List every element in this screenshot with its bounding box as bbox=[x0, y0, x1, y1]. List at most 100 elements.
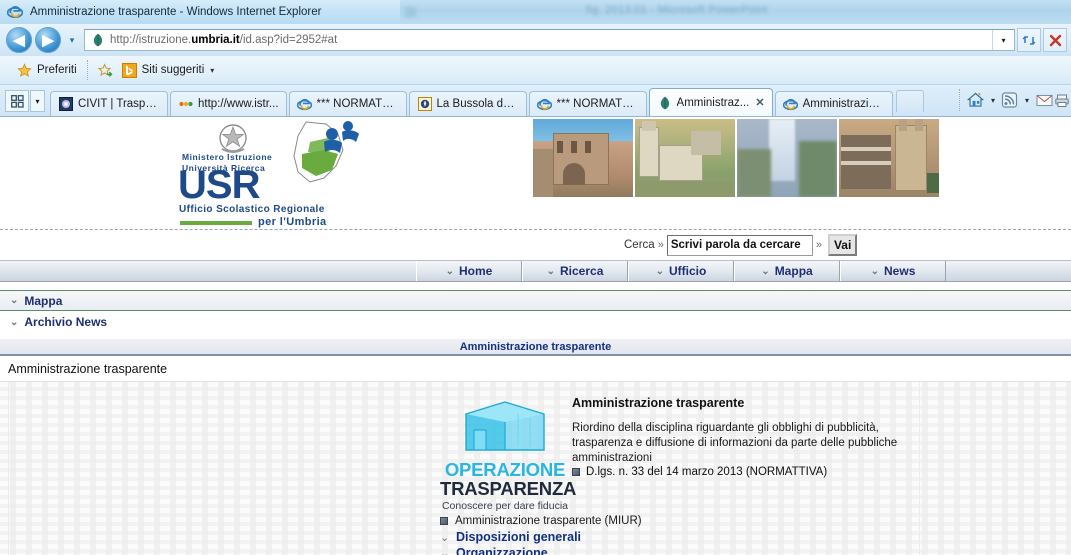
nav-item-news[interactable]: ⌄ News bbox=[840, 261, 946, 281]
umbria-map-icon bbox=[293, 121, 359, 183]
print-icon bbox=[1055, 94, 1069, 107]
site-main-nav: ⌄ Home ⌄ Ricerca ⌄ Ufficio ⌄ Mappa ⌄ New… bbox=[0, 260, 1071, 282]
orvieto-duomo-photo bbox=[839, 119, 939, 197]
chevron-down-icon: ⌄ bbox=[655, 265, 665, 277]
list-item[interactable]: Amministrazione trasparente (MIUR) bbox=[440, 513, 910, 529]
list-item[interactable]: ⌄ Disposizioni generali bbox=[440, 529, 910, 545]
back-arrow-icon: ◀ bbox=[13, 31, 25, 49]
nav-label: News bbox=[884, 264, 916, 278]
home-button[interactable] bbox=[965, 88, 987, 112]
refresh-button[interactable] bbox=[1017, 28, 1041, 52]
usr-logo[interactable]: Ministero Istruzione Università Ricerca … bbox=[160, 121, 365, 228]
nav-label: Mappa bbox=[774, 264, 813, 278]
forward-button[interactable]: ▶ bbox=[35, 27, 61, 53]
browser-tab-active[interactable]: Amministraz... ✕ bbox=[648, 88, 773, 116]
browser-titlebar: Amministrazione trasparente - Windows In… bbox=[0, 0, 400, 24]
address-path: /id.asp?id=2952#at bbox=[239, 34, 338, 46]
nav-item-mappa[interactable]: ⌄ Mappa bbox=[734, 261, 840, 281]
print-button[interactable] bbox=[1055, 88, 1069, 112]
home-dropdown-button[interactable]: ▾ bbox=[987, 96, 999, 105]
tab-label: CIVIT | Traspare... bbox=[78, 98, 160, 110]
nav-label: Home bbox=[459, 264, 493, 278]
search-chevron-icon: » bbox=[657, 239, 664, 251]
toolbar-divider bbox=[958, 89, 960, 111]
trasparenza-tagline: Conoscere per dare fiducia bbox=[441, 499, 569, 512]
usr-region-text: per l'Umbria bbox=[258, 216, 327, 228]
internet-explorer-icon bbox=[783, 96, 799, 112]
browser-tab[interactable]: La Bussola della... bbox=[408, 91, 527, 116]
list-item[interactable]: ⌄ Organizzazione bbox=[440, 545, 910, 555]
subnav-label: Archivio News bbox=[24, 315, 108, 329]
square-bullet-icon bbox=[440, 517, 448, 525]
nav-label: Ufficio bbox=[669, 264, 707, 278]
refresh-icon bbox=[1022, 35, 1035, 45]
screenshot-root: fig. 2013.01 - Microsoft PowerPoint Ammi… bbox=[0, 0, 1071, 555]
browser-tab[interactable]: CIVIT | Traspare... bbox=[50, 91, 168, 116]
back-button[interactable]: ◀ bbox=[6, 27, 32, 53]
address-dropdown-button[interactable]: ▾ bbox=[992, 30, 1014, 50]
favorites-button[interactable]: Preferiti bbox=[10, 59, 84, 81]
browser-tab[interactable]: Amministrazion... bbox=[774, 91, 893, 116]
feeds-dropdown-button[interactable]: ▾ bbox=[1021, 96, 1033, 105]
browser-tab[interactable]: http://www.istr... bbox=[170, 91, 287, 116]
nav-item-ricerca[interactable]: ⌄ Ricerca bbox=[522, 261, 628, 281]
feeds-button[interactable] bbox=[999, 88, 1021, 112]
subnav-item-mappa[interactable]: ⌄ Mappa bbox=[0, 290, 1071, 311]
glass-house-icon bbox=[465, 401, 545, 451]
subnav-label: Mappa bbox=[24, 293, 63, 308]
new-tab-button[interactable] bbox=[895, 90, 924, 112]
webpage-viewport: Ministero Istruzione Università Ricerca … bbox=[0, 117, 1071, 555]
favorites-label: Preferiti bbox=[37, 64, 77, 76]
suggested-sites-button[interactable]: Siti suggeriti ▾ bbox=[115, 59, 222, 81]
nav-item-ufficio[interactable]: ⌄ Ufficio bbox=[628, 261, 734, 281]
chevron-down-icon: ⌄ bbox=[10, 316, 19, 328]
add-to-favorites-bar-button[interactable] bbox=[91, 59, 115, 81]
tab-label: *** NORMATTI... bbox=[556, 98, 639, 110]
mail-icon bbox=[1035, 94, 1053, 106]
content-heading: Amministrazione trasparente bbox=[572, 396, 745, 410]
quick-tabs-button[interactable] bbox=[5, 90, 29, 112]
background-window-title: fig. 2013.01 - Microsoft PowerPoint bbox=[586, 4, 768, 16]
tab-strip: CIVIT | Traspare... http://www.istr... bbox=[50, 84, 924, 116]
tab-label: Amministraz... bbox=[676, 96, 750, 109]
usr-ministry-line1: Ministero Istruzione bbox=[182, 152, 273, 162]
usr-green-rule bbox=[180, 221, 252, 225]
add-favorite-icon bbox=[97, 62, 113, 77]
internet-explorer-icon bbox=[7, 4, 23, 20]
mail-button[interactable] bbox=[1033, 88, 1055, 112]
quick-tabs-icon bbox=[10, 94, 24, 108]
recent-pages-button[interactable]: ▾ bbox=[64, 35, 80, 46]
nav-item-home[interactable]: ⌄ Home bbox=[416, 261, 522, 281]
home-icon bbox=[967, 92, 985, 107]
tab-label: *** NORMATTI... bbox=[316, 98, 399, 110]
subnav-item-archivio-news[interactable]: ⌄ Archivio News bbox=[0, 311, 1071, 333]
suggested-sites-label: Siti suggeriti bbox=[141, 64, 205, 76]
browser-tab[interactable]: *** NORMATTI... bbox=[288, 91, 407, 116]
chevron-down-icon: ⌄ bbox=[10, 295, 19, 306]
bussola-icon bbox=[417, 96, 433, 112]
list-item-label: Amministrazione trasparente (MIUR) bbox=[455, 515, 642, 527]
umbria-leaf-icon bbox=[89, 32, 107, 48]
browser-tab[interactable]: *** NORMATTI... bbox=[528, 91, 647, 116]
address-bar[interactable]: http://istruzione.umbria.it/id.asp?id=29… bbox=[84, 29, 1015, 51]
chevron-down-icon: ⌄ bbox=[546, 265, 555, 277]
transparency-section-links: Amministrazione trasparente (MIUR) ⌄ Dis… bbox=[440, 513, 910, 555]
tab-label: http://www.istr... bbox=[198, 98, 279, 110]
search-chevron-icon: » bbox=[815, 239, 822, 251]
stop-icon bbox=[1049, 34, 1061, 46]
square-bullet-icon bbox=[572, 468, 580, 476]
decree-link-row[interactable]: D.lgs. n. 33 del 14 marzo 2013 (NORMATTI… bbox=[572, 466, 827, 478]
cascata-delle-marmore-photo bbox=[737, 119, 837, 197]
stop-button[interactable] bbox=[1043, 28, 1067, 52]
close-icon[interactable]: ✕ bbox=[755, 96, 764, 109]
content-copy-block: Amministrazione trasparente Riordino del… bbox=[572, 396, 924, 467]
search-submit-button[interactable]: Vai bbox=[827, 234, 858, 256]
tab-list-button[interactable]: ▾ bbox=[30, 90, 45, 112]
search-label: Cerca bbox=[624, 239, 655, 251]
search-input[interactable] bbox=[666, 234, 813, 256]
chevron-down-icon: ⌄ bbox=[870, 265, 880, 277]
site-search-row: Cerca » » Vai bbox=[0, 230, 1071, 260]
forward-arrow-icon: ▶ bbox=[42, 31, 54, 49]
usr-region-line: per l'Umbria bbox=[258, 216, 327, 228]
